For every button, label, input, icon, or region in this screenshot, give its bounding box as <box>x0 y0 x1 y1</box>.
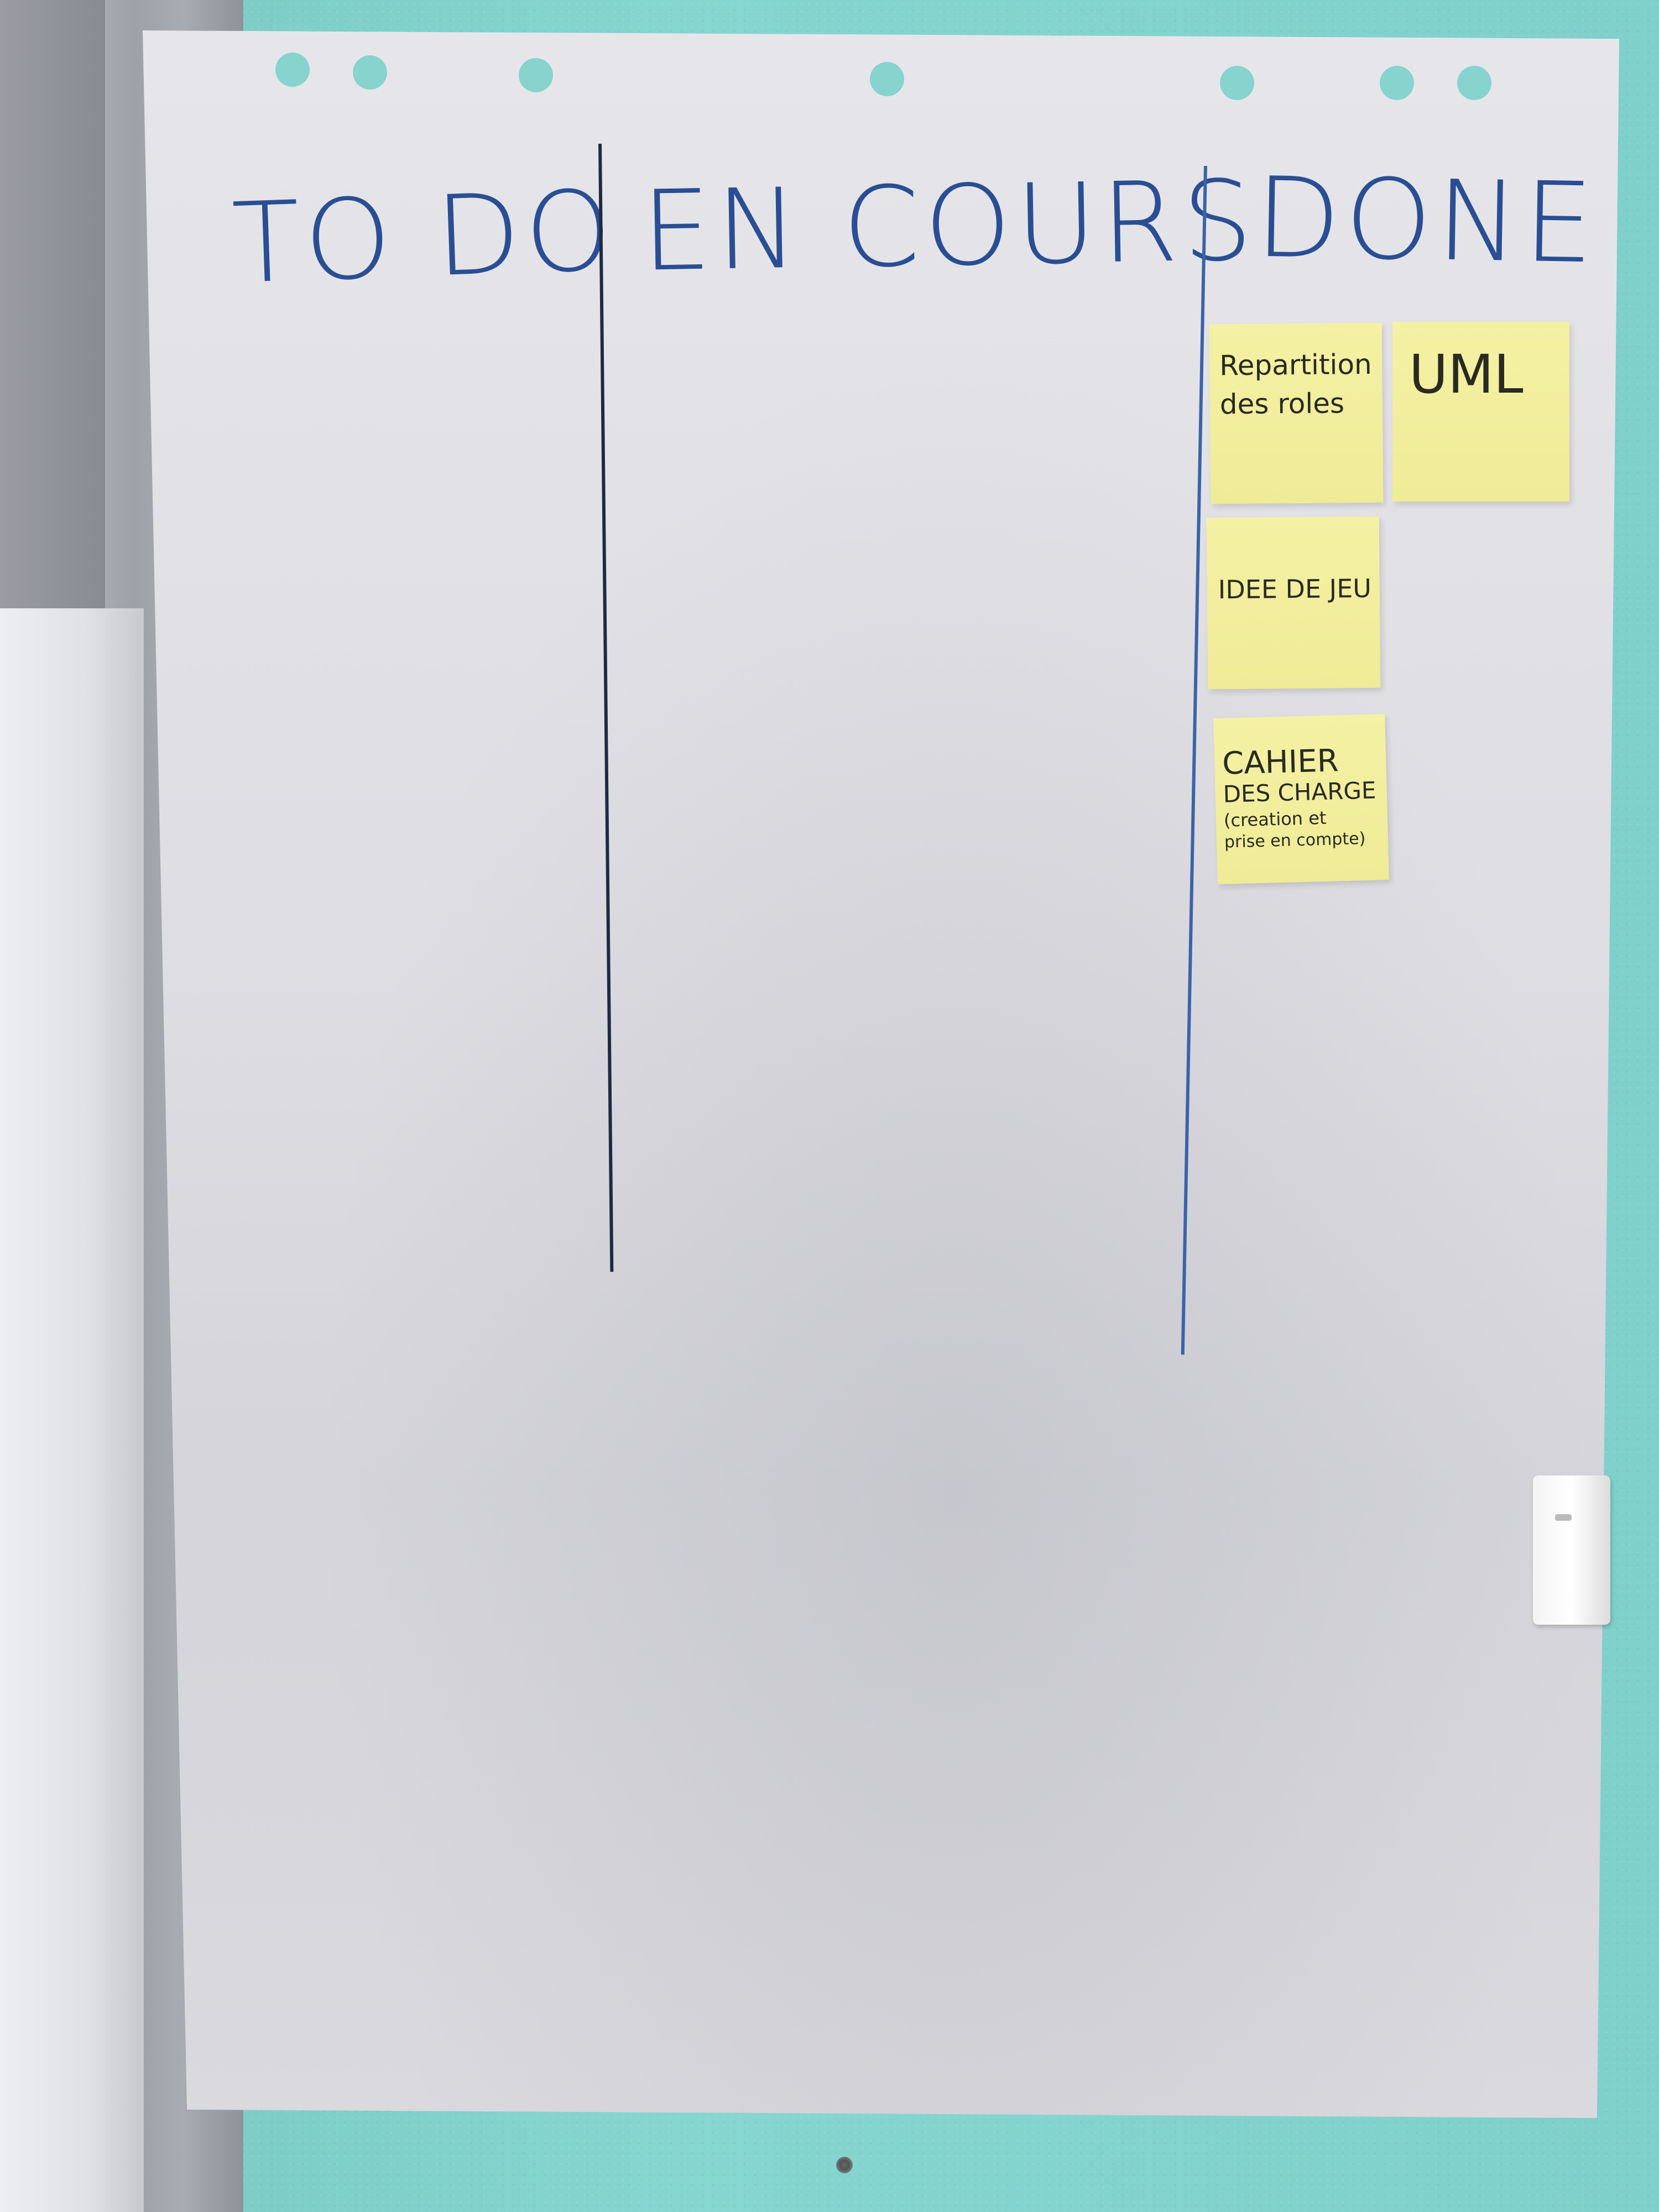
sticky-note: CAHIER DES CHARGE (creation et prise en … <box>1213 713 1389 885</box>
column-header-done: DONE <box>1254 153 1599 289</box>
sticky-note-text: IDEE DE JEU <box>1218 573 1372 605</box>
sticky-note: IDEE DE JEU <box>1206 516 1381 690</box>
photo-scene: TO DO EN COURS DONE Repartition des role… <box>0 0 1659 2212</box>
sticky-note-text: Repartition <box>1219 348 1372 382</box>
punch-hole <box>353 55 387 90</box>
punch-hole <box>519 58 553 92</box>
outlet-slot <box>1555 1514 1572 1521</box>
door-frame-shadow <box>0 0 105 608</box>
punch-hole <box>1457 66 1491 100</box>
sticky-note-text: DES CHARGE <box>1223 776 1377 808</box>
sticky-note: Repartition des roles <box>1209 322 1384 504</box>
punch-hole <box>275 53 310 87</box>
door <box>0 608 144 2212</box>
sticky-note-text: prise en compte) <box>1224 828 1366 852</box>
sticky-note: UML <box>1392 322 1569 502</box>
wall-screw <box>836 2157 853 2173</box>
sticky-note-text: CAHIER <box>1222 743 1339 782</box>
column-header-en-cours: EN COURS <box>640 156 1258 296</box>
punch-hole <box>1220 66 1254 100</box>
column-header-todo: TO DO <box>230 166 619 309</box>
sticky-note-text: des roles <box>1219 387 1345 421</box>
wall-outlet <box>1533 1475 1610 1625</box>
sticky-note-text: UML <box>1409 343 1524 405</box>
punch-hole <box>870 62 904 96</box>
punch-hole <box>1380 66 1414 100</box>
